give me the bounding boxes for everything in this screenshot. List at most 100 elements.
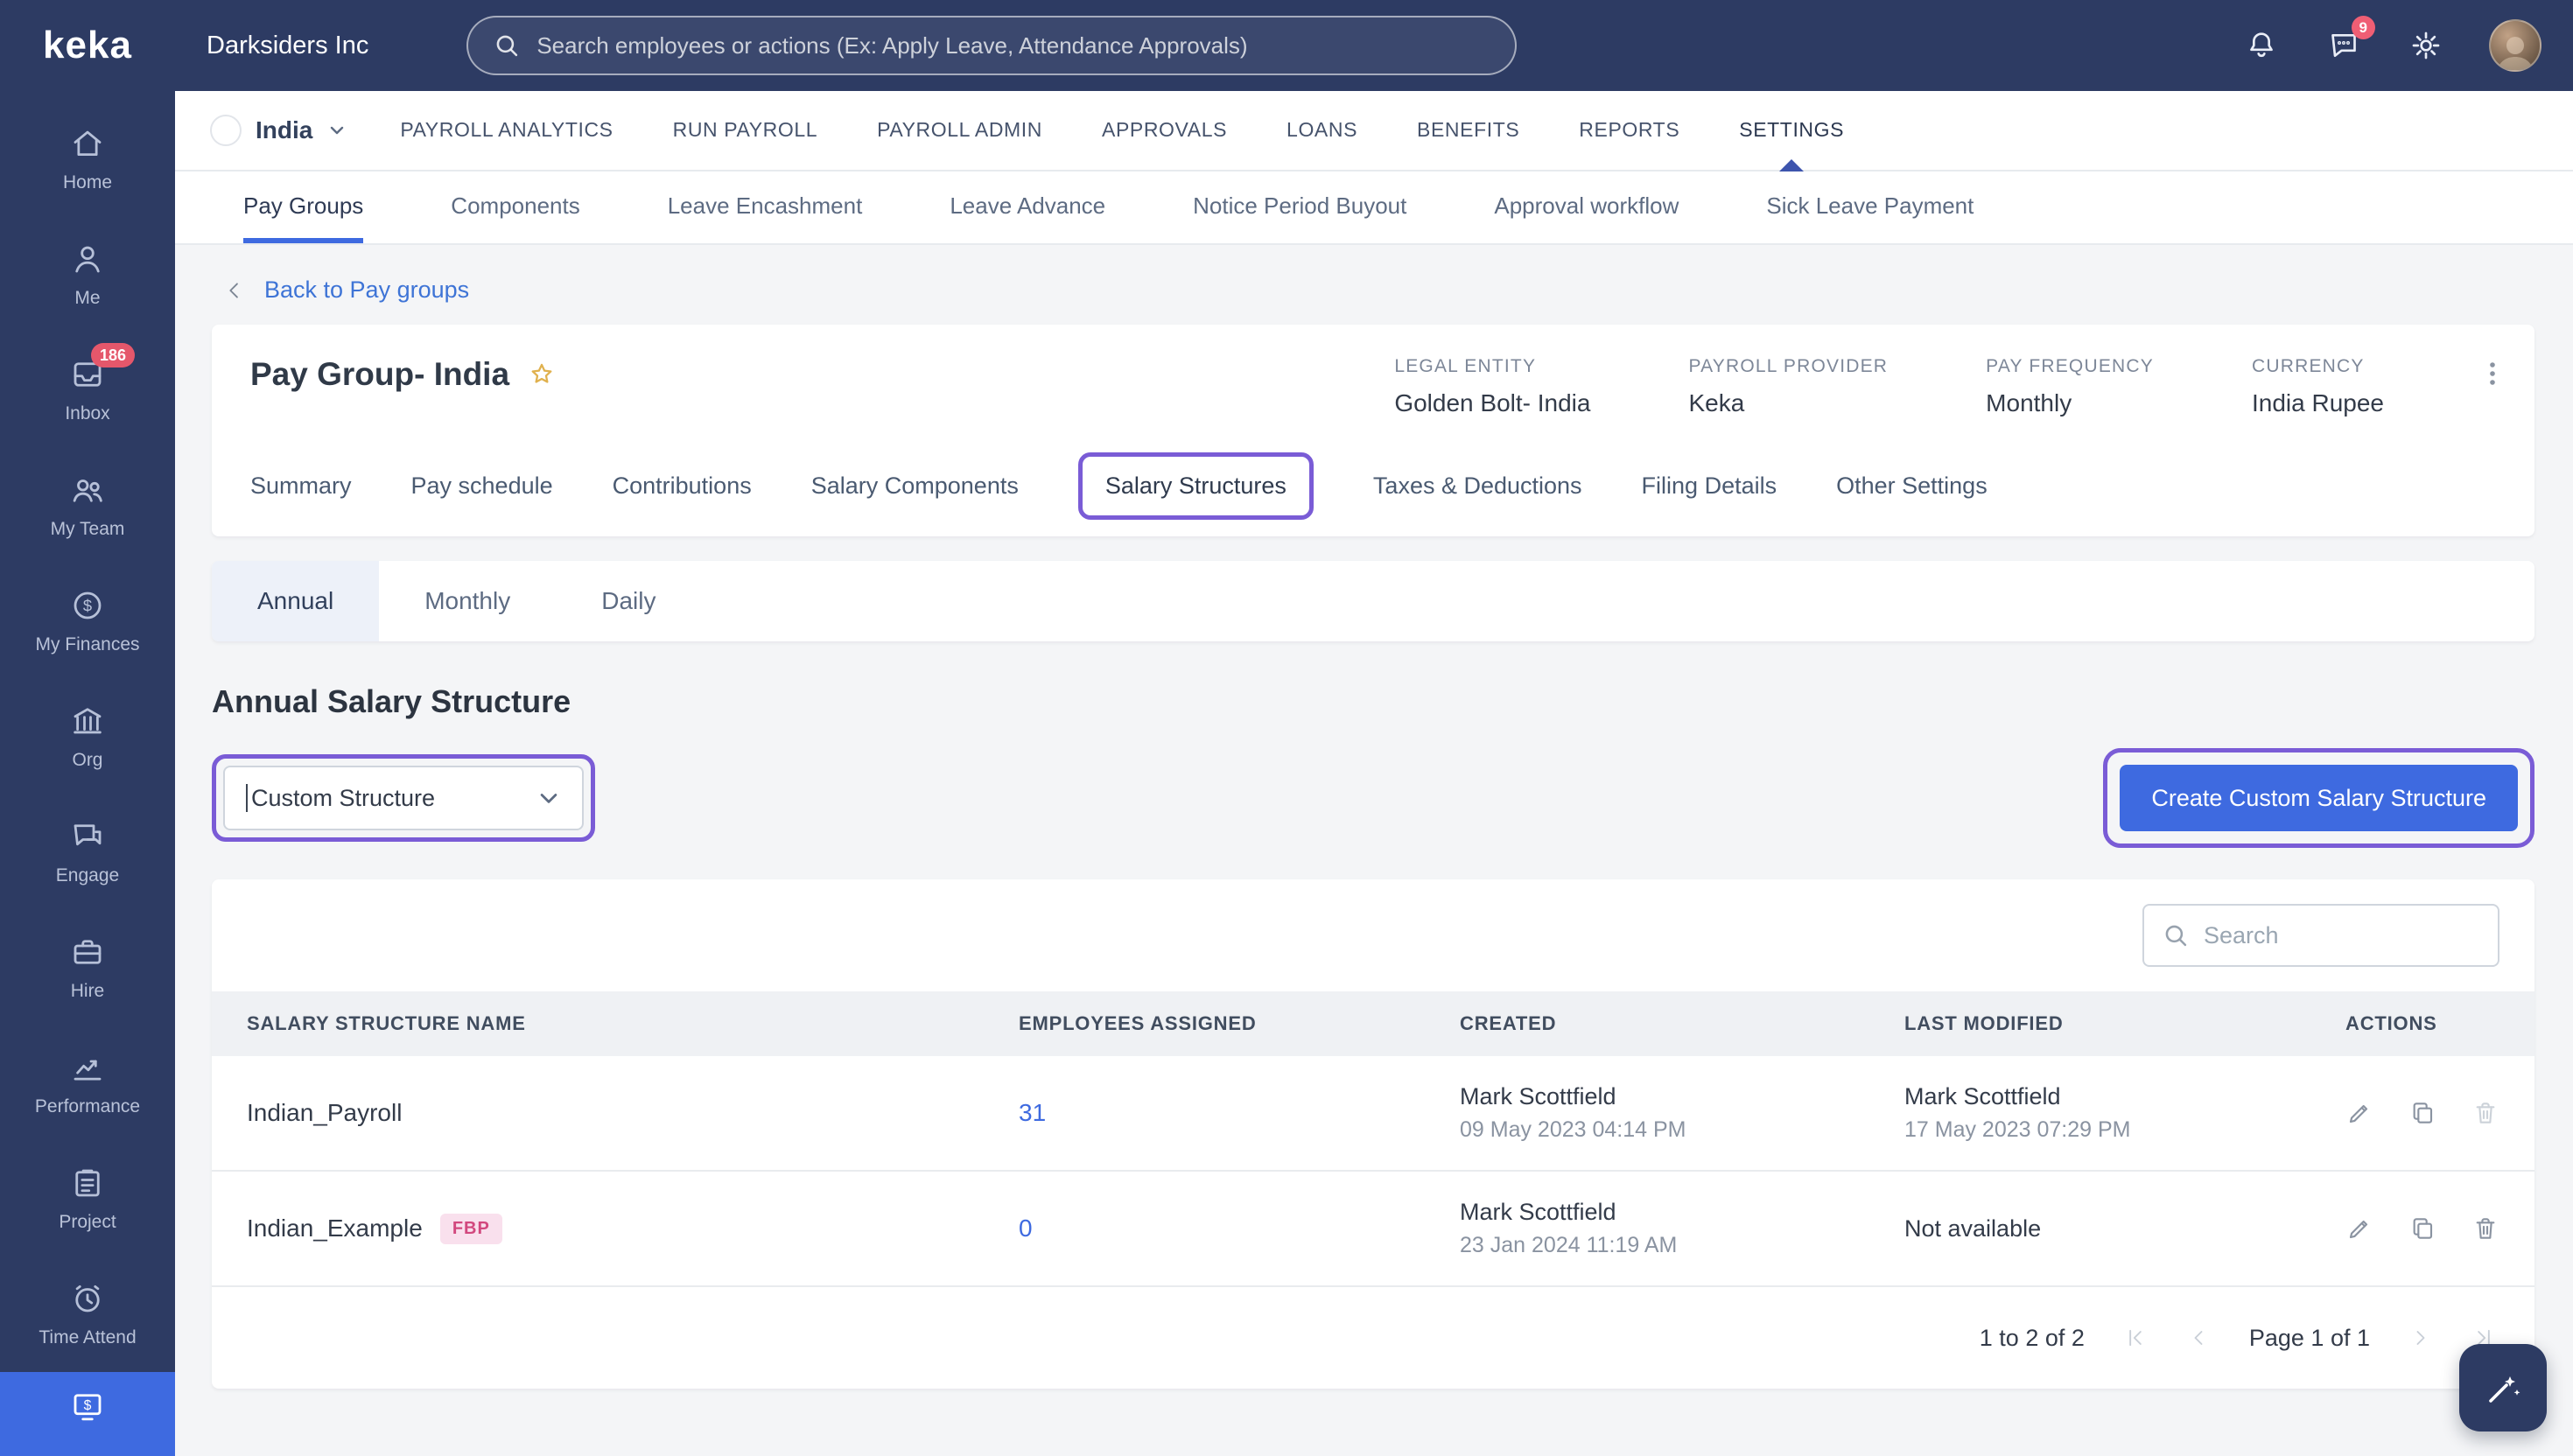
sidebar-item-hire[interactable]: Hire (0, 910, 175, 1026)
meta-value: Keka (1688, 389, 1745, 416)
chat-icon[interactable]: 9 (2324, 16, 2375, 65)
sidebar-item-time-attend[interactable]: Time Attend (0, 1256, 175, 1372)
svg-text:$: $ (83, 597, 92, 615)
meta-value: India Rupee (2251, 389, 2384, 416)
tab-contributions[interactable]: Contributions (613, 472, 752, 500)
edit-icon[interactable] (2345, 1099, 2373, 1127)
kebab-menu-icon[interactable] (2478, 360, 2506, 388)
subnav-pay-groups[interactable]: Pay Groups (243, 172, 364, 243)
sidebar-item-inbox[interactable]: Inbox 186 (0, 332, 175, 448)
global-search[interactable] (466, 16, 1518, 75)
sidebar-item-my-team[interactable]: My Team (0, 448, 175, 564)
breadcrumb: Back to Pay groups (212, 266, 2534, 325)
table-search-input[interactable] (2204, 921, 2480, 949)
meta-label: CURRENCY (2251, 356, 2365, 376)
nav-benefits[interactable]: BENEFITS (1413, 91, 1523, 172)
keka-logo[interactable]: keka (0, 24, 175, 67)
table-search[interactable] (2142, 904, 2499, 967)
team-icon (73, 480, 102, 502)
nav-approvals[interactable]: APPROVALS (1098, 91, 1230, 172)
subnav-leave-advance[interactable]: Leave Advance (950, 172, 1105, 243)
copy-icon[interactable] (2408, 1214, 2436, 1242)
nav-settings[interactable]: SETTINGS (1735, 91, 1847, 172)
engage-icon (74, 824, 102, 846)
subnav-approval-workflow[interactable]: Approval workflow (1494, 172, 1679, 243)
subnav-leave-encashment[interactable]: Leave Encashment (668, 172, 863, 243)
modified-at: 17 May 2023 07:29 PM (1904, 1117, 2131, 1142)
performance-icon (74, 1060, 102, 1081)
sidebar-item-payroll[interactable]: $ (0, 1372, 175, 1456)
sidebar-item-performance[interactable]: Performance (0, 1026, 175, 1141)
annotation-highlight-salary-structures: Salary Structures (1077, 452, 1314, 520)
org-icon (74, 708, 102, 734)
structure-type-value: Custom Structure (251, 784, 436, 811)
copy-icon[interactable] (2408, 1099, 2436, 1127)
pagination-page-label: Page 1 of 1 (2248, 1324, 2370, 1351)
col-last-modified: LAST MODIFIED (1904, 1012, 2064, 1034)
ai-assistant-button[interactable] (2459, 1344, 2547, 1432)
nav-loans[interactable]: LOANS (1283, 91, 1361, 172)
create-custom-salary-structure-button[interactable]: Create Custom Salary Structure (2120, 765, 2518, 831)
pagination-prev-icon[interactable] (2186, 1326, 2211, 1350)
employees-assigned-link[interactable]: 0 (1019, 1214, 1460, 1242)
finances-icon: $ (74, 592, 102, 620)
tab-taxes-deductions[interactable]: Taxes & Deductions (1373, 472, 1582, 500)
notifications-bell-icon[interactable] (2242, 26, 2281, 65)
country-selector[interactable]: India (210, 115, 347, 146)
sidebar-item-org[interactable]: Org (0, 679, 175, 794)
favorite-star-icon[interactable] (527, 360, 557, 389)
fbp-badge: FBP (439, 1213, 502, 1244)
subnav-components[interactable]: Components (451, 172, 579, 243)
sidebar-item-home[interactable]: Home (0, 102, 175, 217)
settings-gear-icon[interactable] (2407, 26, 2445, 65)
delete-icon[interactable] (2471, 1214, 2499, 1242)
meta-label: PAY FREQUENCY (1986, 356, 2154, 376)
sidebar: Home Me Inbox 186 My Team $ My Finances … (0, 91, 175, 1456)
global-search-input[interactable] (536, 32, 1491, 60)
tab-pay-schedule[interactable]: Pay schedule (411, 472, 553, 500)
nav-run-payroll[interactable]: RUN PAYROLL (670, 91, 822, 172)
modified-by: Mark Scottfield (1904, 1083, 2061, 1110)
sidebar-item-my-finances[interactable]: $ My Finances (0, 564, 175, 679)
created-at: 09 May 2023 04:14 PM (1460, 1117, 1686, 1142)
page-title: Annual Salary Structure (212, 683, 571, 719)
pay-group-tabs: Summary Pay schedule Contributions Salar… (250, 435, 2496, 536)
nav-payroll-analytics[interactable]: PAYROLL ANALYTICS (396, 91, 616, 172)
tab-other-settings[interactable]: Other Settings (1836, 472, 1988, 500)
col-created: CREATED (1460, 1012, 1557, 1034)
tab-salary-components[interactable]: Salary Components (811, 472, 1019, 500)
chevron-left-icon[interactable] (222, 278, 247, 303)
tab-annual[interactable]: Annual (212, 561, 380, 641)
sidebar-item-me[interactable]: Me (0, 217, 175, 332)
nav-reports[interactable]: REPORTS (1575, 91, 1683, 172)
sidebar-item-project[interactable]: Project (0, 1141, 175, 1256)
back-to-pay-groups-link[interactable]: Back to Pay groups (264, 276, 469, 304)
controls-row: Custom Structure Create Custom Salary St… (212, 748, 2534, 848)
tab-monthly[interactable]: Monthly (379, 561, 556, 641)
subnav-notice-period-buyout[interactable]: Notice Period Buyout (1193, 172, 1406, 243)
home-icon (74, 130, 102, 156)
tab-filing-details[interactable]: Filing Details (1642, 472, 1777, 500)
meta-value: Golden Bolt- India (1394, 389, 1591, 416)
employees-assigned-link[interactable]: 31 (1019, 1099, 1460, 1127)
modified-by: Not available (1904, 1214, 2042, 1242)
table-row: Indian_Payroll 31 Mark Scottfield 09 May… (212, 1056, 2534, 1172)
user-avatar[interactable] (2489, 19, 2541, 72)
meta-label: PAYROLL PROVIDER (1688, 356, 1889, 376)
tab-summary[interactable]: Summary (250, 472, 352, 500)
structure-name: Indian_Example (247, 1214, 423, 1242)
tab-daily[interactable]: Daily (556, 561, 701, 641)
meta-value: Monthly (1986, 389, 2072, 416)
sidebar-item-engage[interactable]: Engage (0, 794, 175, 910)
pagination-first-icon[interactable] (2123, 1326, 2148, 1350)
tab-salary-structures[interactable]: Salary Structures (1105, 472, 1286, 500)
app-root: keka Darksiders Inc 9 (0, 0, 2573, 1456)
pagination-next-icon[interactable] (2408, 1326, 2433, 1350)
nav-payroll-admin[interactable]: PAYROLL ADMIN (873, 91, 1046, 172)
text-cursor (246, 784, 248, 812)
structure-type-select[interactable]: Custom Structure (223, 766, 584, 830)
edit-icon[interactable] (2345, 1214, 2373, 1242)
topbar-actions: 9 (2242, 16, 2573, 72)
search-icon (493, 32, 521, 60)
subnav-sick-leave-payment[interactable]: Sick Leave Payment (1766, 172, 1974, 243)
